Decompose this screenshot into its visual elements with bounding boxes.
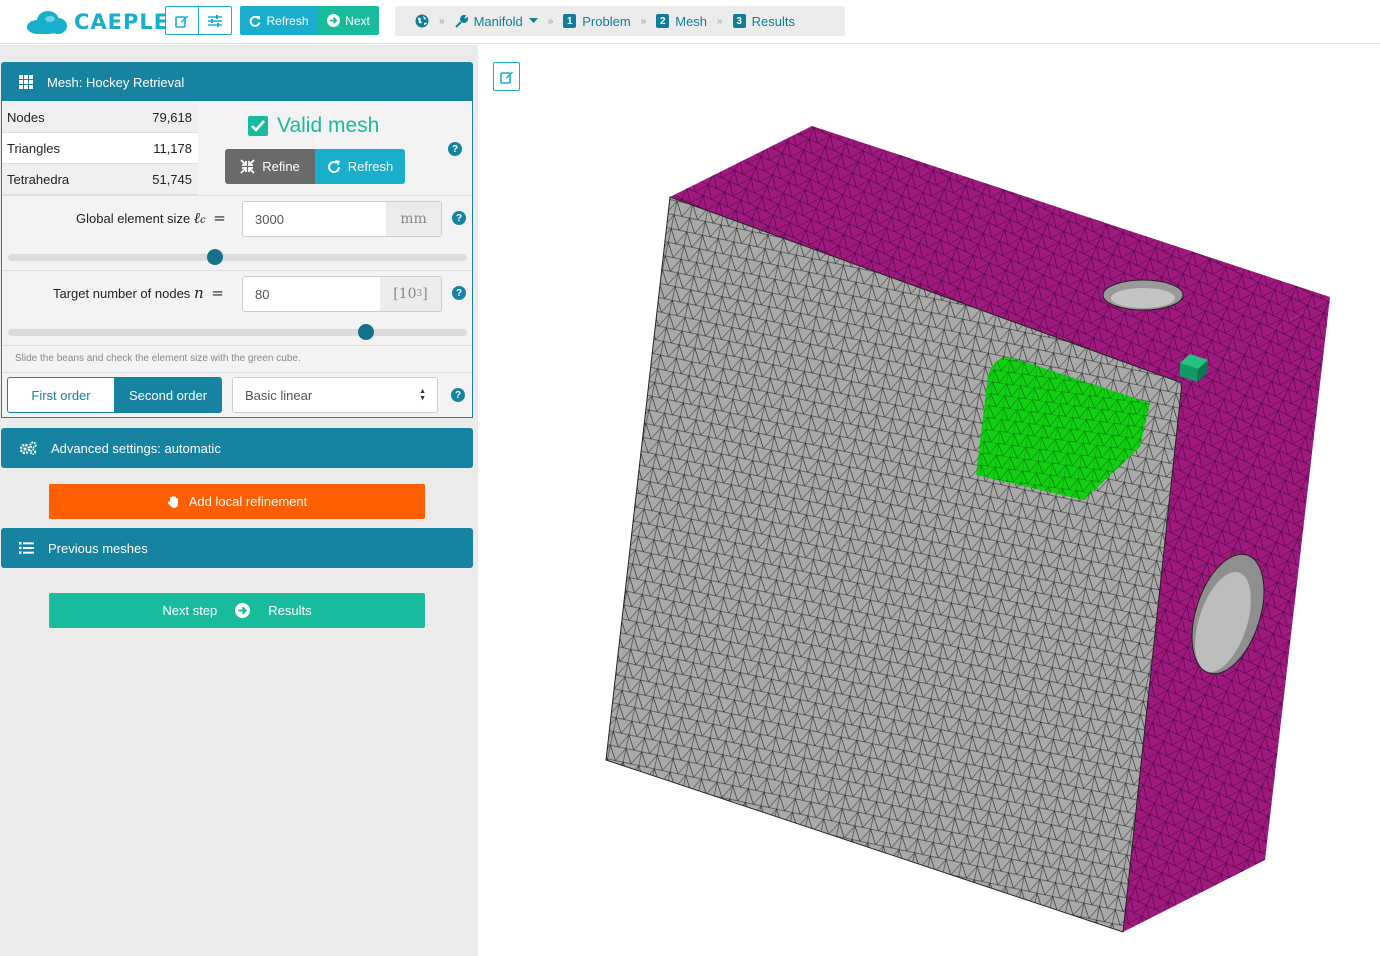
mesh-top-hole — [1102, 279, 1184, 311]
mesh-3d-model[interactable] — [0, 0, 1380, 956]
